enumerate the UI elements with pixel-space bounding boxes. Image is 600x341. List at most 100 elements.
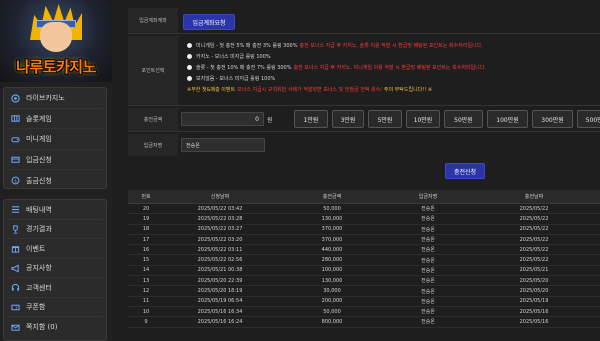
table-row: 18 2025/05/22 03:27 370,000 전승온 2025/05/22 [128,225,600,235]
depositor-input[interactable]: 전승온 [181,138,265,152]
sidebar-item-board-0[interactable]: 배팅내역 [7,201,103,220]
amount-preset-button[interactable]: 3만원 [332,110,364,128]
sidebar-item-games-2[interactable]: 미니게임 [7,130,103,150]
header-amount: 충전금액 [322,194,342,200]
bonus-option-text: 미니게임 - 첫 충전 5% 매 충전 3% 롤링 300% [196,43,298,49]
sidebar-item-games-0[interactable]: 라이브카지노 [7,89,103,109]
sidebar-item-label: 슬롯게임 [26,114,52,123]
amount-preset-button[interactable]: 300만원 [532,110,573,128]
radio-button[interactable] [187,65,192,70]
bonus-option-2[interactable]: 슬롯 - 첫 충전 10% 매 충전 7% 롤링 300% 충전 보너스 지급 후… [187,64,486,71]
radio-button[interactable] [187,43,192,48]
trophy-icon [11,225,20,234]
point-select-row: 포인트선택 미니게임 - 첫 충전 5% 매 충전 3% 롤링 300% 충전 보… [128,36,600,106]
slot-icon [11,114,20,123]
cell-depositor: 전승온 [421,237,435,244]
amount-preset-button[interactable]: 5만원 [368,110,402,128]
radio-button[interactable] [187,54,192,59]
sidebar-item-board-3[interactable]: 공지사항 [7,260,103,278]
bonus-option-text: 카지노 - 보너스 미지급 롤링 100% [196,54,271,60]
cell-request-date: 2025/05/21 00:38 [197,267,243,274]
cell-depositor: 전승온 [421,278,435,285]
radio-button[interactable] [187,76,192,81]
cell-amount: 370,000 [321,226,343,233]
cell-amount: 100,000 [321,267,343,274]
sidebar-item-games-1[interactable]: 슬롯게임 [7,110,103,129]
cell-request-date: 2025/05/22 03:20 [197,236,243,243]
cell-no: 20 [142,205,150,212]
cell-request-date: 2025/05/22 03:28 [197,215,243,222]
sidebar-item-label: 배팅내역 [26,205,52,214]
account-request-button[interactable]: 입금계좌요청 [183,14,235,30]
amount-label: 충전금액 [128,108,178,131]
sidebar-item-games-4[interactable]: $ 출금신청 [7,171,103,191]
cell-request-date: 2025/05/22 03:11 [197,246,243,253]
sidebar-item-label: 경기결과 [26,225,52,234]
bonus-option-0[interactable]: 미니게임 - 첫 충전 5% 매 충전 3% 롤링 300% 충전 보너스 지급 … [187,42,483,49]
sidebar-item-label: 이벤트 [26,244,46,253]
sidebar-item-board-2[interactable]: 이벤트 [7,240,103,259]
table-row: 15 2025/05/22 02:56 280,000 전승온 2025/05/22 [128,255,600,266]
header-charge-date: 충전날짜 [524,194,544,200]
amount-preset-button[interactable]: 10만원 [406,110,440,128]
cell-request-date: 2025/05/19 06:54 [197,298,243,305]
cell-no: 19 [142,215,150,222]
cell-amount: 440,000 [321,246,343,253]
amount-preset-button[interactable]: 1만원 [294,110,328,128]
site-logo[interactable]: 나루토카지노 [0,0,112,82]
sidebar-item-board-6[interactable]: 쪽지함 (0) [7,318,103,337]
cell-request-date: 2025/05/20 18:19 [197,288,243,295]
table-row: 13 2025/05/20 22:39 130,000 전승온 2025/05/20 [128,276,600,287]
svg-text:$: $ [14,179,17,185]
withdraw-icon: $ [11,176,20,185]
cell-request-date: 2025/05/22 03:27 [197,226,243,233]
cell-amount: 800,000 [321,318,343,325]
sidebar-menu-board: 배팅내역경기결과이벤트공지사항고객센터쿠폰함쪽지함 (0) [3,199,107,341]
coupon-icon [11,303,20,312]
gift-icon [11,244,20,253]
sidebar-item-label: 공지사항 [26,264,52,273]
cell-charge-date: 2025/05/22 [519,215,549,222]
amount-row: 충전금액 0 원 1만원 3만원 5만원 10만원 50만원 100만원 300만원 500만… [128,108,600,132]
logo-text: 나루토카지노 [16,58,96,76]
header-no: 번호 [141,194,151,200]
sidebar-item-board-1[interactable]: 경기결과 [7,221,103,239]
amount-preset-button[interactable]: 100만원 [487,110,528,128]
cell-depositor: 전승온 [421,247,435,254]
sidebar-item-board-4[interactable]: 고객센터 [7,279,103,298]
cell-charge-date: 2025/05/16 [519,308,549,315]
bonus-option-1[interactable]: 카지노 - 보너스 미지급 롤링 100% [187,53,271,60]
cell-request-date: 2025/05/20 22:39 [197,277,243,284]
sidebar: 나루토카지노 라이브카지노슬롯게임미니게임 입금신청 $ 출금신청 배팅내역경기결과이… [0,0,112,341]
cell-no: 13 [142,277,150,284]
account-row: 입금계좌계좌 입금계좌요청 [128,8,600,34]
cell-request-date: 2025/05/22 03:42 [197,205,243,212]
sidebar-item-board-5[interactable]: 쿠폰함 [7,299,103,317]
cell-depositor: 전승온 [421,298,435,305]
amount-preset-button[interactable]: 500만원 [577,110,600,128]
event-notice: ※무한 첫&매충 이벤트 보너스 지급시 규칙위반 사례가 적발되면 보너스 및 … [187,86,432,93]
table-row: 17 2025/05/22 03:20 370,000 전승온 2025/05/22 [128,235,600,246]
cell-depositor: 전승온 [421,267,435,274]
cell-charge-date: 2025/05/20 [519,288,549,295]
cell-no: 16 [142,246,150,253]
table-row: 20 2025/05/22 03:42 50,000 전승온 2025/05/22 [128,204,600,215]
cell-charge-date: 2025/05/22 [519,226,549,233]
table-row: 11 2025/05/19 06:54 200,000 전승온 2025/05/19 [128,297,600,307]
amount-input[interactable]: 0 [181,112,264,126]
cell-depositor: 전승온 [421,216,435,223]
gamepad-icon [11,135,20,144]
amount-preset-button[interactable]: 50만원 [444,110,483,128]
casino-chip-icon [11,94,20,103]
headset-icon [11,283,20,292]
cell-charge-date: 2025/05/22 [519,246,549,253]
bonus-option-3[interactable]: 보지않음 - 보너스 미지급 롤링 100% [187,75,275,82]
sidebar-item-games-3[interactable]: 입금신청 [7,151,103,170]
submit-deposit-button[interactable]: 충전신청 [445,163,485,179]
cell-depositor: 전승온 [421,288,435,295]
cell-amount: 50,000 [323,205,341,212]
table-body: 20 2025/05/22 03:42 50,000 전승온 2025/05/22 19 2… [128,204,600,328]
cell-amount: 50,000 [323,308,341,315]
sidebar-item-label: 쿠폰함 [26,303,46,312]
deposit-history-table: 번호 신청날짜 충전금액 입금자명 충전날짜 20 2025/05/22 03:4… [128,190,600,328]
